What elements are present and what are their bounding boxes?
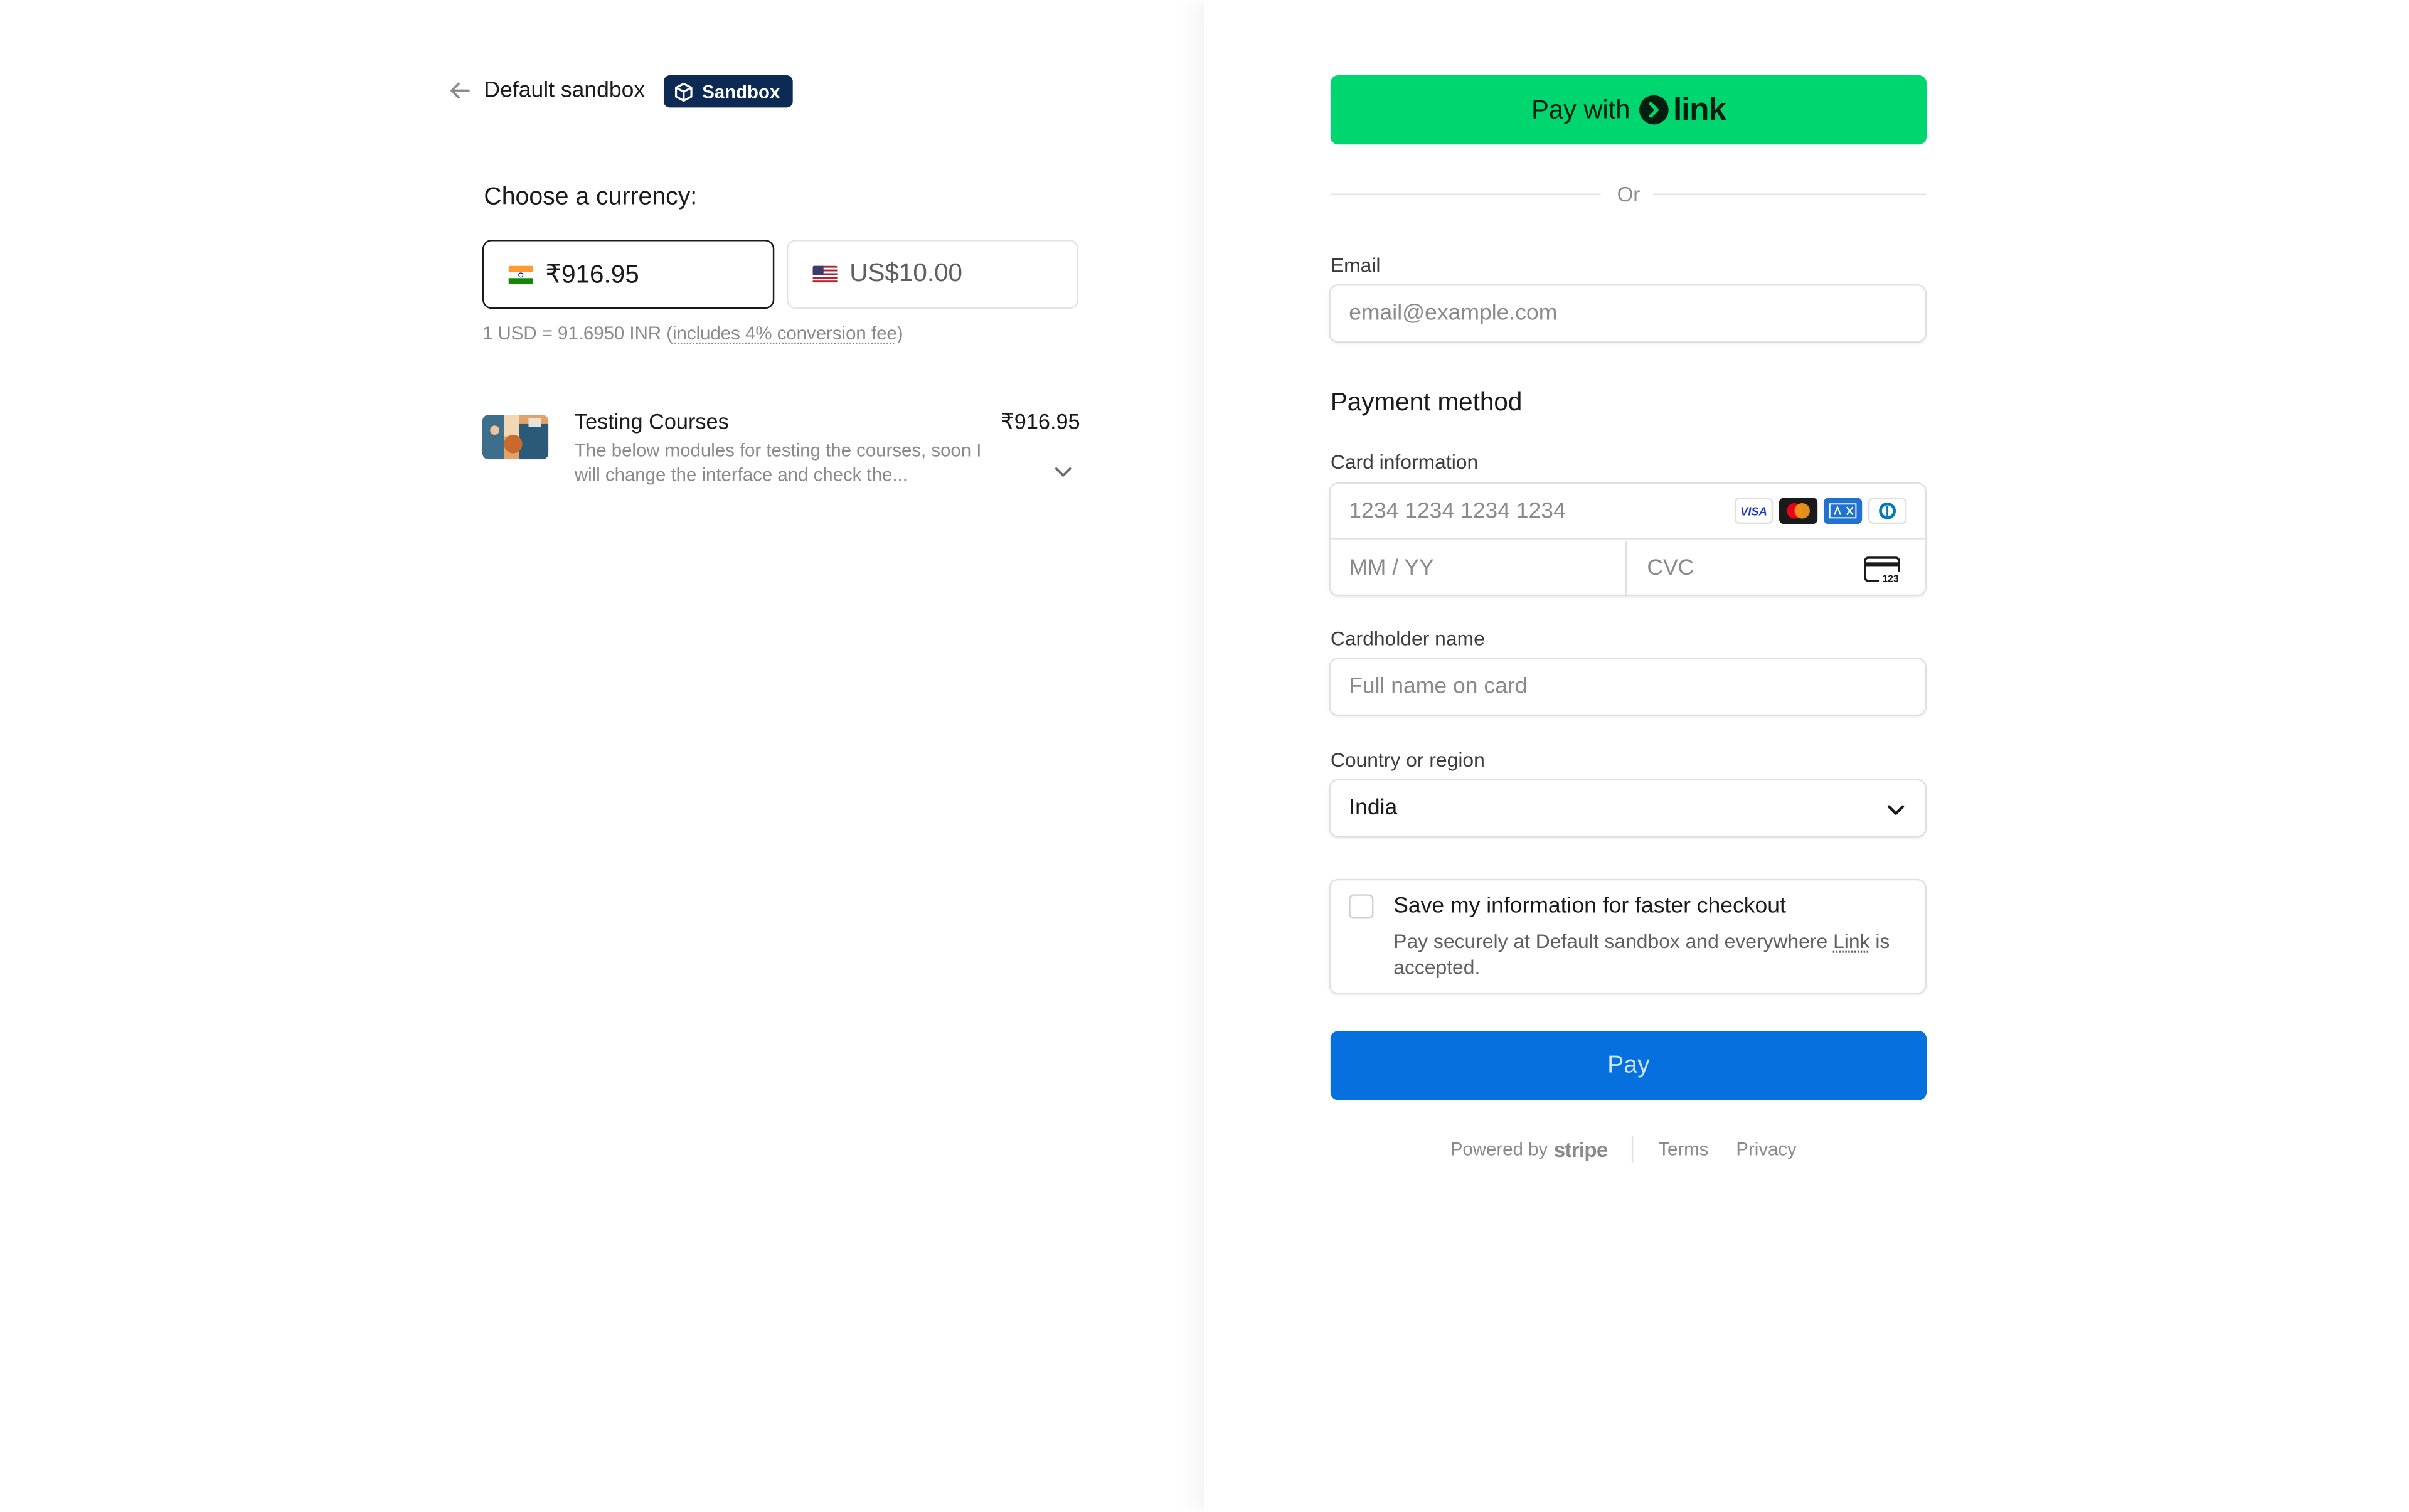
currency-amount-inr: ₹916.95 <box>545 260 639 289</box>
save-info-box: Save my information for faster checkout … <box>1329 878 1927 994</box>
cvc-placeholder: CVC <box>1647 556 1694 581</box>
cvc-card-icon: 123 <box>1864 556 1902 584</box>
card-cvc-field[interactable]: CVC 123 <box>1629 541 1925 596</box>
card-number-placeholder: 1234 1234 1234 1234 <box>1349 498 1566 523</box>
chevron-down-icon <box>1887 805 1905 815</box>
card-number-field[interactable]: 1234 1234 1234 1234 VISA <box>1330 484 1925 540</box>
product-name: Testing Courses <box>574 408 729 434</box>
link-logo: link <box>1639 92 1726 129</box>
divider-right <box>1653 193 1927 196</box>
card-info-label: Card information <box>1330 450 1479 474</box>
exchange-rate: 1 USD = 91.6950 INR (includes 4% convers… <box>482 322 903 344</box>
card-expiry-field[interactable]: MM / YY <box>1331 541 1627 597</box>
email-placeholder: email@example.com <box>1349 301 1558 326</box>
india-flag-icon <box>508 265 533 284</box>
currency-title: Choose a currency: <box>484 184 698 211</box>
back-arrow-icon[interactable] <box>447 78 472 103</box>
currency-amount-usd: US$10.00 <box>849 259 963 287</box>
product-price: ₹916.95 <box>1000 408 1080 434</box>
divider-left <box>1330 193 1601 196</box>
product-image <box>482 415 549 460</box>
save-info-desc-text: Pay securely at Default sandbox and ever… <box>1393 929 1834 953</box>
pay-button[interactable]: Pay <box>1330 1031 1927 1100</box>
divider-or: Or <box>1617 183 1641 206</box>
rate-text: 1 USD = 91.6950 INR ( <box>482 322 673 344</box>
expiry-placeholder: MM / YY <box>1349 556 1434 581</box>
diners-club-icon <box>1868 498 1907 524</box>
card-brands: VISA <box>1734 498 1907 524</box>
terms-link[interactable]: Terms <box>1658 1139 1708 1160</box>
privacy-link[interactable]: Privacy <box>1736 1139 1796 1160</box>
product-description: The below modules for testing the course… <box>575 438 1036 487</box>
rate-suffix: ) <box>896 322 903 344</box>
visa-icon: VISA <box>1734 498 1774 524</box>
product-description-line: The below modules for testing the course… <box>574 439 982 461</box>
amex-icon <box>1823 498 1863 524</box>
currency-option-inr[interactable]: ₹916.95 <box>482 240 775 309</box>
country-label: Country or region <box>1330 748 1485 772</box>
save-info-description: Pay securely at Default sandbox and ever… <box>1393 928 1908 980</box>
us-flag-icon <box>812 265 838 284</box>
email-label: Email <box>1330 253 1381 277</box>
link-arrow-icon <box>1639 95 1669 125</box>
product-description-line: will change the interface and check the.… <box>574 464 908 486</box>
svg-text:123: 123 <box>1882 574 1899 584</box>
cardholder-name-field[interactable]: Full name on card <box>1329 658 1927 716</box>
sandbox-badge-label: Sandbox <box>702 80 780 102</box>
link-button-prefix: Pay with <box>1531 94 1630 124</box>
svg-text:VISA: VISA <box>1740 505 1767 518</box>
cardholder-label: Cardholder name <box>1330 627 1485 650</box>
box-icon <box>674 82 693 101</box>
footer: Powered by stripe Terms Privacy <box>1450 1135 1797 1163</box>
pay-with-link-button[interactable]: Pay with link <box>1330 75 1927 145</box>
email-field[interactable]: email@example.com <box>1329 284 1927 343</box>
product-thumbnail-art <box>482 415 549 460</box>
mastercard-icon <box>1779 498 1818 524</box>
chevron-down-icon[interactable] <box>1051 459 1075 484</box>
footer-separator <box>1632 1135 1634 1163</box>
country-value: India <box>1349 796 1398 821</box>
payment-method-title: Payment method <box>1330 388 1523 417</box>
link-brand: link <box>1673 91 1726 127</box>
powered-by-text: Powered by <box>1450 1138 1548 1160</box>
card-info-group: 1234 1234 1234 1234 VISA MM / YY CVC 123 <box>1329 482 1927 597</box>
link-info-link[interactable]: Link <box>1833 930 1869 953</box>
currency-option-usd[interactable]: US$10.00 <box>786 240 1079 309</box>
order-summary-pane: Default sandbox Sandbox Choose a currenc… <box>0 0 1205 1512</box>
stripe-logo[interactable]: stripe <box>1554 1137 1608 1161</box>
conversion-fee-link[interactable]: includes 4% conversion fee <box>673 322 897 344</box>
save-info-checkbox[interactable] <box>1349 894 1374 919</box>
sandbox-badge: Sandbox <box>663 75 792 108</box>
cardholder-placeholder: Full name on card <box>1349 674 1528 700</box>
merchant-name[interactable]: Default sandbox <box>484 78 645 103</box>
save-info-title[interactable]: Save my information for faster checkout <box>1393 894 1786 918</box>
country-select[interactable]: India <box>1329 779 1927 838</box>
